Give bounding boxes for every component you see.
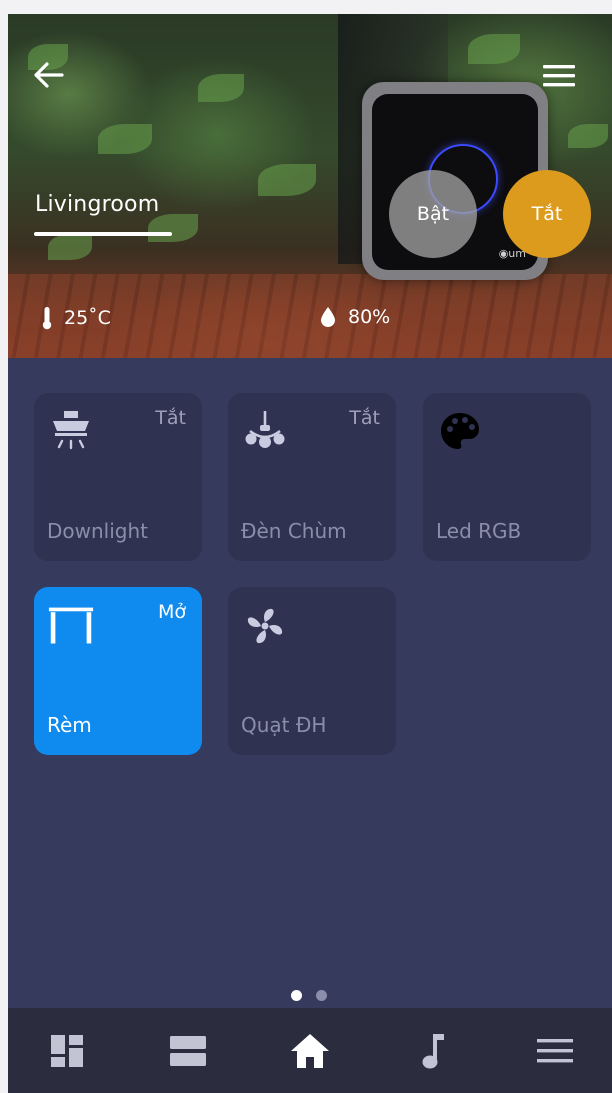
page-indicator [291,990,327,1001]
device-tile-chandelier[interactable]: Tắt Đèn Chùm [228,393,396,561]
device-label: Đèn Chùm [241,519,347,543]
device-tile-downlight[interactable]: Tắt Downlight [34,393,202,561]
bottom-navigation [8,1008,612,1093]
device-label: Rèm [47,713,92,737]
hamburger-menu-icon [543,65,575,87]
chandelier-icon [245,411,285,448]
all-on-label: Bật [416,203,450,225]
menu-button[interactable] [542,62,576,90]
device-label: Quạt ĐH [241,713,327,737]
thermometer-icon [42,307,52,330]
music-note-icon [422,1034,444,1069]
arrow-left-icon [34,62,64,88]
nav-dashboard[interactable] [44,1028,90,1074]
page-dot[interactable] [316,990,327,1001]
back-button[interactable] [32,60,66,90]
home-icon [291,1034,329,1068]
all-on-button[interactable]: Bật [389,170,477,258]
room-title-underline [34,232,172,236]
all-off-label: Tắt [531,203,563,225]
nav-scenes[interactable] [165,1028,211,1074]
page-dot-active[interactable] [291,990,302,1001]
nav-more[interactable] [532,1028,578,1074]
hero-foliage [98,124,152,154]
temperature-readout: 25˚C [42,306,111,330]
dashboard-icon [51,1035,83,1067]
room-hero-image: ◉um Livingroom Bật Tắt 25˚C 80% [8,14,612,358]
device-status: Tắt [349,407,380,429]
device-tile-ceiling-fan[interactable]: Quạt ĐH [228,587,396,755]
hero-foliage [48,234,92,260]
scenes-icon [170,1036,206,1066]
fan-icon [247,608,283,644]
hero-foliage [258,164,316,196]
all-off-button[interactable]: Tắt [503,170,591,258]
hero-foliage [568,124,608,148]
temperature-value: 25˚C [64,307,111,329]
device-status: Tắt [155,407,186,429]
menu-list-icon [537,1039,573,1063]
device-tile-curtain[interactable]: Mở Rèm [34,587,202,755]
downlight-icon [53,411,89,450]
device-status: Mở [157,601,186,623]
hero-foliage [468,34,520,64]
humidity-value: 80% [348,306,391,328]
humidity-readout: 80% [320,306,390,328]
nav-home[interactable] [287,1028,333,1074]
app-screen: ◉um Livingroom Bật Tắt 25˚C 80% Tắt Down… [8,14,612,1093]
room-title: Livingroom [35,192,160,217]
device-label: Downlight [47,519,148,543]
water-drop-icon [321,307,335,327]
nav-music[interactable] [410,1028,456,1074]
curtain-icon [48,607,94,644]
device-label: Led RGB [436,519,522,543]
device-tile-led-rgb[interactable]: Led RGB [423,393,591,561]
palette-icon [441,413,479,449]
hero-foliage [198,74,244,102]
hero-foliage [148,214,198,242]
